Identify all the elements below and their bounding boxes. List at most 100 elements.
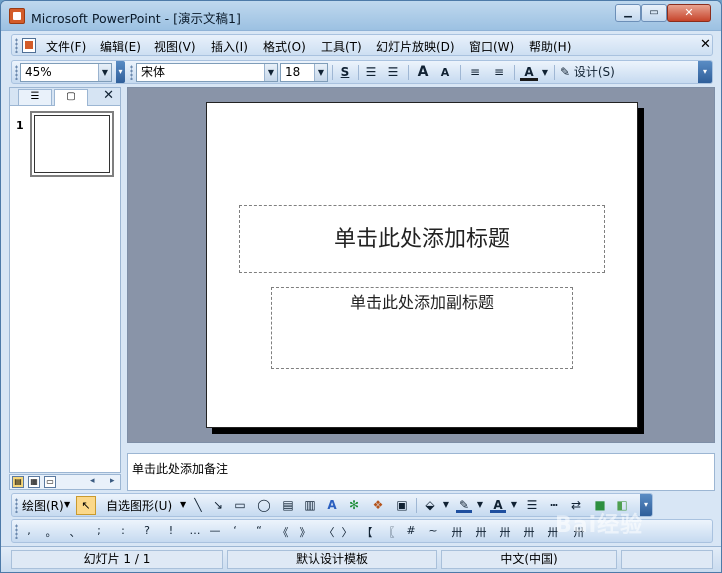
symbol-button[interactable]: “ (252, 524, 266, 537)
normal-view-icon[interactable]: ▤ (12, 476, 24, 488)
slide-sorter-view-icon[interactable]: ▦ (28, 476, 40, 488)
rectangle-icon[interactable]: ▭ (232, 497, 248, 513)
numbering-icon[interactable]: ☰ (362, 64, 380, 81)
symbol-button[interactable]: 〈 (322, 524, 336, 540)
menu-slideshow[interactable]: 幻灯片放映(D) (376, 38, 455, 55)
font-size-combo[interactable]: 18 ▼ (280, 63, 328, 82)
symbol-button[interactable]: 【 (360, 524, 374, 540)
tab-outline[interactable]: ☰ (18, 89, 52, 105)
symbol-button[interactable]: 》 (298, 524, 312, 540)
toolbar-options-icon[interactable]: ▾ (698, 61, 712, 83)
slide-thumbnail[interactable] (30, 111, 114, 177)
symbol-button[interactable]: 。 (44, 524, 58, 540)
zoom-combo[interactable]: 45% ▼ (20, 63, 112, 82)
symbol-icon[interactable]: 卅 (450, 524, 464, 540)
wordart-icon[interactable]: A (324, 497, 340, 513)
symbol-button[interactable]: ~ (426, 524, 440, 537)
autoshapes-button[interactable]: 自选图形(U) (106, 497, 172, 514)
menu-file[interactable]: 文件(F) (46, 38, 86, 55)
chevron-down-icon[interactable]: ▼ (180, 500, 186, 509)
shadow-button[interactable]: S (336, 64, 354, 81)
draw-menu-button[interactable]: 绘图(R) (22, 497, 64, 514)
font-color-icon[interactable]: A (490, 497, 506, 513)
oval-icon[interactable]: ◯ (256, 497, 272, 513)
arrow-icon[interactable]: ↘ (210, 497, 226, 513)
symbol-button[interactable]: 〖 (382, 524, 396, 540)
symbol-button[interactable]: ‘ (228, 524, 242, 537)
toolbar-grip-handle[interactable] (15, 65, 18, 80)
symbol-button[interactable]: ; (92, 524, 106, 537)
symbol-button[interactable]: 《 (276, 524, 290, 540)
font-color-button[interactable]: A (520, 64, 538, 81)
chevron-down-icon[interactable]: ▼ (540, 64, 550, 81)
close-button[interactable]: ✕ (667, 4, 711, 22)
notes-placeholder: 单击此处添加备注 (132, 462, 229, 476)
clip-art-icon[interactable]: ❖ (370, 497, 386, 513)
slide-canvas[interactable]: 单击此处添加标题 单击此处添加副标题 (206, 102, 638, 428)
chevron-down-icon[interactable]: ▼ (314, 64, 327, 81)
slideshow-view-icon[interactable]: ▭ (44, 476, 56, 488)
symbol-button[interactable]: 〉 (340, 524, 354, 540)
menu-format[interactable]: 格式(O) (263, 38, 306, 55)
chevron-down-icon[interactable]: ▼ (98, 64, 111, 81)
select-objects-icon[interactable]: ↖ (76, 496, 96, 515)
menu-view[interactable]: 视图(V) (154, 38, 196, 55)
symbol-button[interactable]: , (22, 524, 36, 537)
close-pane-icon[interactable]: ✕ (103, 88, 114, 103)
subtitle-placeholder[interactable]: 单击此处添加副标题 (271, 287, 573, 369)
menu-grip-handle[interactable] (15, 38, 18, 53)
line-style-icon[interactable]: ☰ (524, 497, 540, 513)
powerpoint-app-icon[interactable] (9, 8, 25, 24)
increase-font-button[interactable]: A (414, 64, 432, 81)
text-box-icon[interactable]: ▤ (280, 497, 296, 513)
menu-tools[interactable]: 工具(T) (321, 38, 362, 55)
chevron-down-icon[interactable]: ▼ (264, 64, 277, 81)
decrease-font-button[interactable]: A (436, 64, 454, 81)
symbol-button[interactable]: … (188, 524, 202, 537)
tab-slides[interactable]: ▢ (54, 89, 88, 106)
fill-color-icon[interactable]: ⬙ (422, 497, 438, 513)
toolbar-options-icon[interactable]: ▾ (116, 61, 125, 83)
minimize-button[interactable]: ▁ (615, 4, 641, 22)
menu-insert[interactable]: 插入(I) (211, 38, 248, 55)
symbol-button[interactable]: ! (164, 524, 178, 537)
symbol-button[interactable]: ? (140, 524, 154, 537)
notes-splitter[interactable] (127, 443, 715, 453)
font-name-combo[interactable]: 宋体 ▼ (136, 63, 278, 82)
slide-number: 1 (16, 119, 24, 132)
chevron-down-icon[interactable]: ▼ (442, 497, 450, 513)
symbol-button[interactable]: : (116, 524, 130, 537)
document-icon[interactable] (22, 38, 36, 53)
scroll-right-icon[interactable]: ▸ (110, 476, 115, 486)
decrease-indent-icon[interactable]: ≡ (466, 64, 484, 81)
symbol-button[interactable]: — (208, 524, 222, 537)
line-color-icon[interactable]: ✎ (456, 497, 472, 513)
scroll-left-icon[interactable]: ◂ (90, 476, 95, 486)
symbol-icon[interactable]: 卅 (474, 524, 488, 540)
line-icon[interactable]: ╲ (190, 497, 206, 513)
symbol-button[interactable]: # (404, 524, 418, 537)
bullets-icon[interactable]: ☰ (384, 64, 402, 81)
vertical-text-box-icon[interactable]: ▥ (302, 497, 318, 513)
chevron-down-icon[interactable]: ▼ (64, 500, 70, 509)
menu-window[interactable]: 窗口(W) (469, 38, 514, 55)
symbol-icon[interactable]: 卅 (522, 524, 536, 540)
title-placeholder[interactable]: 单击此处添加标题 (239, 205, 605, 273)
symbol-button[interactable]: 、 (68, 524, 82, 540)
menu-edit[interactable]: 编辑(E) (100, 38, 141, 55)
increase-indent-icon[interactable]: ≡ (490, 64, 508, 81)
toolbar-grip-handle[interactable] (15, 498, 18, 513)
menu-help[interactable]: 帮助(H) (529, 38, 571, 55)
symbol-icon[interactable]: 卅 (498, 524, 512, 540)
chevron-down-icon[interactable]: ▼ (476, 497, 484, 513)
notes-pane[interactable]: 单击此处添加备注 (127, 453, 715, 491)
toolbar-grip-handle[interactable] (130, 65, 133, 80)
design-button[interactable]: ✎ 设计(S) (560, 64, 630, 81)
close-document-icon[interactable]: ✕ (700, 37, 711, 52)
diagram-icon[interactable]: ✻ (346, 497, 362, 513)
chevron-down-icon[interactable]: ▼ (510, 497, 518, 513)
watermark: Bai经验 (555, 513, 644, 538)
toolbar-grip-handle[interactable] (15, 524, 18, 539)
maximize-button[interactable]: ▭ (641, 4, 667, 22)
picture-icon[interactable]: ▣ (394, 497, 410, 513)
